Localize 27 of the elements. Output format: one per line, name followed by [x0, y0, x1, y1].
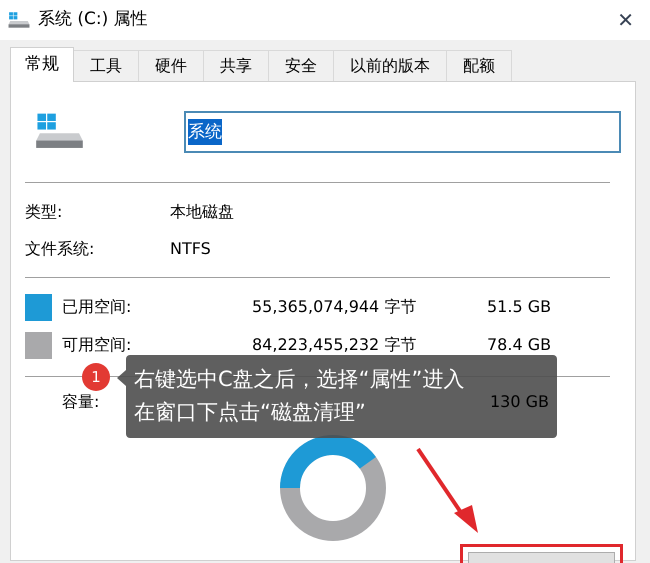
field-label: 类型: [25, 200, 64, 222]
size-value: 130 GB [490, 391, 549, 413]
byte-count: 84,223,455,232 字节 [252, 334, 418, 356]
tab[interactable]: 配额 [447, 50, 512, 81]
tab[interactable]: 硬件 [139, 50, 204, 81]
drive-icon [35, 113, 84, 151]
space-label: 可用空间: [62, 334, 132, 356]
byte-count: 55,365,074,944 字节 [252, 296, 418, 318]
tab[interactable]: 共享 [204, 50, 269, 81]
drive-icon [8, 12, 30, 28]
selected-text: 系统 [188, 119, 222, 145]
space-label: 已用空间: [62, 296, 132, 318]
field-value: NTFS [170, 238, 211, 260]
callout-text: 在窗口下点击“磁盘清理” [134, 399, 366, 426]
tab[interactable]: 常规 [10, 47, 74, 82]
tab[interactable]: 工具 [74, 50, 139, 81]
name-field[interactable]: 系统 [184, 111, 621, 153]
tab[interactable]: 以前的版本 [334, 50, 447, 81]
field-label: 文件系统: [25, 238, 96, 260]
tab[interactable]: 安全 [269, 50, 334, 81]
callout-text: 右键选中C盘之后，选择“属性”进入 [134, 366, 464, 393]
close-button[interactable]: ✕ [617, 5, 634, 35]
capacity-label: 容量: [62, 391, 100, 413]
size-value: 78.4 GB [487, 334, 552, 356]
window-title: 系统 (C:) 属性 [38, 8, 148, 32]
size-value: 51.5 GB [487, 296, 552, 318]
field-value: 本地磁盘 [170, 200, 234, 222]
